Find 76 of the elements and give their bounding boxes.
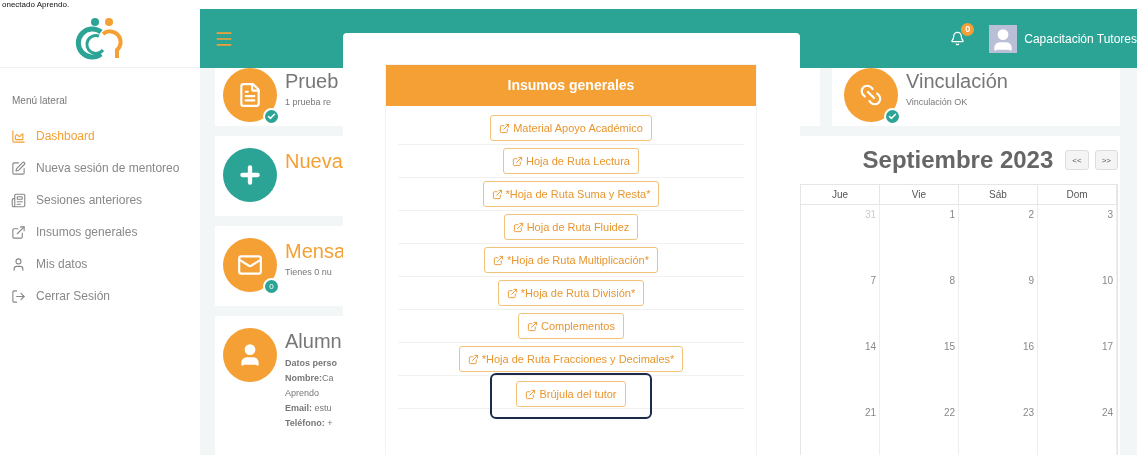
menu-heading: Menú lateral [12,95,69,106]
document-icon [237,82,263,108]
edit-icon [11,160,26,176]
external-link-icon [512,221,524,233]
day-number[interactable]: 23 [1022,407,1034,418]
day-number[interactable]: 3 [1107,209,1113,220]
external-link-icon [493,254,505,266]
day-number[interactable]: 17 [1101,341,1113,352]
external-link-icon [525,388,537,400]
logout-icon [11,288,26,304]
next-button[interactable]: >> [1094,150,1118,170]
user-name[interactable]: Capacitación Tutores [1024,31,1137,46]
day-number[interactable]: 2 [1028,209,1034,220]
detail-text: Datos perso [285,357,337,369]
detail-text: Email: estu [285,402,332,414]
day-number[interactable]: 8 [949,275,955,286]
previous-button[interactable]: << [1065,150,1089,170]
link-button[interactable]: *Hoja de Ruta División* [497,280,645,306]
weekday-header: Vie [880,185,959,205]
link-button[interactable]: Hoja de Ruta Lectura [503,148,639,174]
card-subtitle: 1 prueba re [285,97,332,107]
detail-text: Nombre:Ca [285,372,334,384]
day-number[interactable]: 24 [1101,407,1113,418]
day-number[interactable]: 15 [943,341,955,352]
bell-icon[interactable] [950,31,966,46]
card-title: Alumn [285,329,342,354]
card-title: Prueb [285,69,339,94]
external-link-icon [506,287,518,299]
envelope-icon [237,252,263,278]
panel-title: Insumos generales [386,65,756,106]
link-button[interactable]: Complementos [518,313,624,339]
sidebar-item[interactable]: Sesiones anteriores [0,184,200,216]
chart-icon [11,128,26,144]
card-subtitle: Vinculación OK [906,97,968,107]
sidebar-item[interactable]: Cerrar Sesión [0,280,200,312]
sidebar-item[interactable]: Mis datos [0,248,200,280]
weekday-header: Sáb [959,185,1038,205]
day-number[interactable]: 21 [864,407,876,418]
card-title: Mensa [285,239,346,264]
day-number[interactable]: 9 [1028,275,1034,286]
detail-text: Aprendo [285,387,320,399]
external-link-icon [491,188,503,200]
external-link-icon [11,224,26,240]
sidebar-item[interactable]: Insumos generales [0,216,200,248]
avatar-icon[interactable] [989,24,1018,53]
weekday-header: Jue [801,185,880,205]
external-link-icon [499,122,511,134]
calendar-title: Septiembre 2023 [862,146,1054,174]
caption-text: onectado Aprendo. [1,0,71,9]
external-link-icon [467,353,479,365]
card-title: Vinculación [906,69,1008,94]
link-button[interactable]: *Hoja de Ruta Fracciones y Decimales* [458,346,684,372]
count-badge: 0 [263,278,280,295]
sidebar-item[interactable]: Nueva sesión de mentoreo [0,152,200,184]
day-number[interactable]: 14 [864,341,876,352]
link-button[interactable]: Brújula del tutor [516,381,626,407]
link-button[interactable]: Material Apoyo Académico [490,115,652,141]
weekday-header: Dom [1038,185,1117,205]
list-icon [11,192,26,208]
link-button[interactable]: *Hoja de Ruta Multiplicación* [484,247,658,273]
notification-count: 0 [961,23,975,36]
external-link-icon [512,155,523,167]
day-number[interactable]: 7 [870,275,876,286]
link-button[interactable]: *Hoja de Ruta Suma y Resta* [482,181,660,207]
link-button[interactable]: Hoja de Ruta Fluidez [503,214,639,240]
user-icon [11,256,26,272]
day-number[interactable]: 1 [949,209,955,220]
plus-icon [237,162,263,188]
day-number[interactable]: 10 [1101,275,1113,286]
day-number[interactable]: 16 [1022,341,1034,352]
external-link-icon [527,320,538,332]
sidebar-item[interactable]: Dashboard [0,120,200,152]
card-subtitle: Tienes 0 nu [285,267,332,277]
day-number[interactable]: 22 [943,407,955,418]
card-title: Nueva [285,149,343,174]
detail-text: Teléfono: + [285,417,333,429]
